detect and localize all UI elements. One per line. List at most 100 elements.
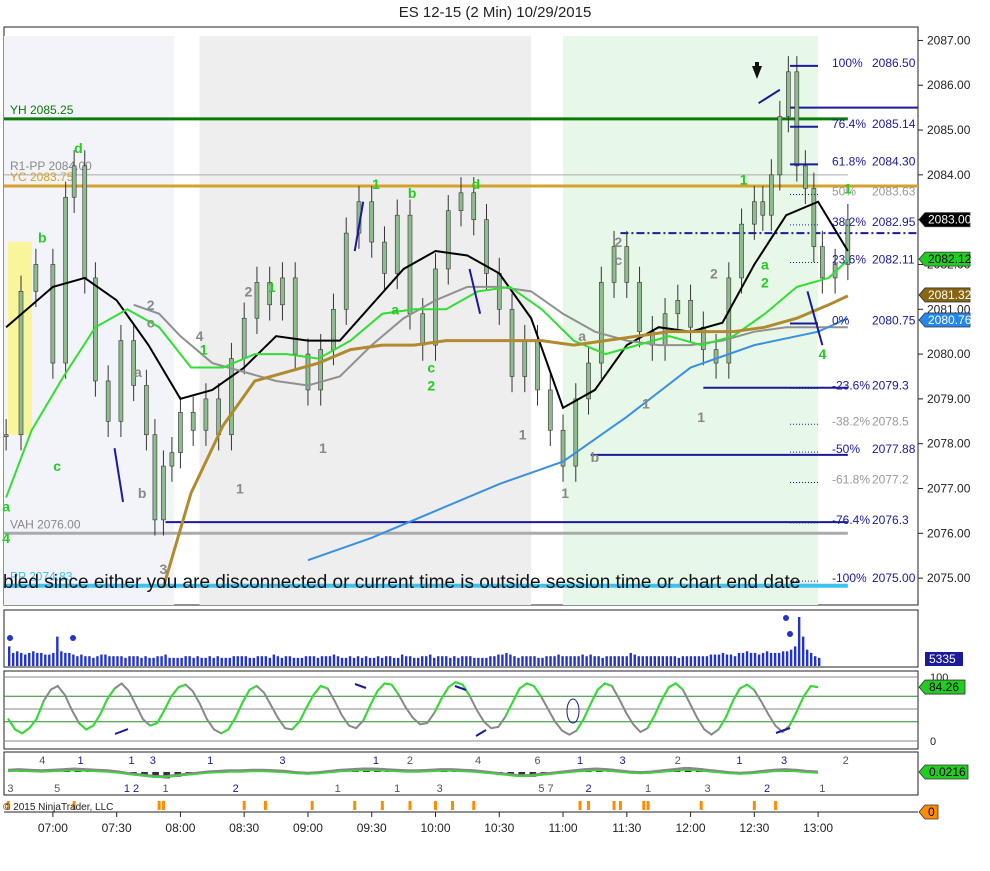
histogram-label: 2 [675, 755, 681, 767]
price-bar [280, 277, 285, 306]
volume-bar [184, 656, 187, 666]
volume-bar [36, 652, 39, 666]
volume-bar [529, 656, 532, 666]
volume-bar [421, 656, 424, 666]
volume-bar [400, 654, 404, 666]
volume-bar [441, 656, 444, 666]
oscillator-last-value: 84.26 [929, 680, 959, 694]
price-bar [496, 273, 502, 310]
volume-bar [645, 656, 648, 666]
volume-bar [613, 656, 616, 666]
volume-bar [240, 656, 243, 666]
volume-bar [164, 654, 167, 666]
wave-label: c [427, 360, 435, 376]
oscillator-line-fast [362, 682, 400, 721]
volume-bar [76, 656, 79, 666]
volume-bar [557, 654, 560, 666]
x-tick-label: 11:30 [612, 821, 641, 835]
volume-bar [745, 651, 749, 666]
signal-marker [699, 801, 703, 810]
histogram-label: 1 2 [124, 783, 139, 795]
volume-bar [629, 652, 632, 666]
volume-bar [264, 656, 268, 666]
fib-level-value: 2082.11 [872, 253, 915, 267]
histogram-label: 5 7 [538, 783, 553, 795]
x-tick-label: 08:00 [165, 821, 195, 835]
x-tick-label: 07:00 [38, 821, 68, 835]
volume-bar [24, 654, 27, 666]
histogram-label: 1 [128, 755, 134, 767]
wave-label: 4 [2, 530, 10, 546]
fib-level-value: 2076.3 [872, 513, 909, 527]
volume-bar [368, 657, 372, 666]
price-bar [254, 282, 260, 319]
volume-bar [805, 649, 809, 666]
wave-label: 1 [740, 171, 748, 187]
volume-bar [425, 656, 428, 666]
volume-bar [192, 657, 195, 666]
volume-bar [328, 656, 332, 666]
oscillator-line-fast [7, 700, 45, 735]
histogram-label: 2 [233, 783, 239, 795]
volume-spike-marker [7, 635, 13, 641]
x-tick-label: 10:00 [420, 821, 450, 835]
price-bar [760, 201, 766, 216]
signal-marker [578, 801, 582, 810]
price-bar [547, 389, 553, 431]
volume-last-value: 5335 [929, 652, 956, 666]
price-bar [522, 340, 528, 377]
oscillator-line-fast [433, 681, 471, 714]
volume-bar [332, 654, 336, 666]
volume-bar [260, 656, 264, 666]
chart-canvas[interactable]: 2075.00 2076.00 2077.00 2078.00 2079.00 2080.… [0, 0, 990, 871]
signal-marker [612, 801, 616, 810]
price-bar [726, 277, 732, 364]
histogram-label: 4 [475, 755, 481, 767]
x-tick-label: 12:00 [676, 821, 706, 835]
volume-bar [168, 657, 171, 666]
volume-bar [717, 654, 721, 666]
price-tag-label: 2081.32 [928, 288, 972, 302]
volume-bar [469, 656, 472, 666]
wave-label: b [591, 449, 600, 465]
volume-bar [20, 652, 23, 666]
wave-label: c [147, 315, 155, 331]
fib-level-value: 2075.00 [872, 571, 916, 585]
fib-level-label: 23.6% [832, 253, 866, 267]
volume-bar [288, 656, 292, 666]
volume-bar [316, 657, 320, 666]
price-bar [169, 452, 175, 467]
volume-bar [96, 656, 99, 666]
volume-bar [545, 656, 548, 666]
wave-label: 2 [147, 297, 155, 313]
volume-bar [625, 656, 628, 666]
volume-bar [104, 654, 107, 666]
volume-bar [180, 657, 183, 666]
volume-bar [152, 657, 155, 666]
volume-bar [308, 656, 312, 666]
price-bar [675, 300, 681, 315]
volume-bar [364, 656, 368, 666]
volume-bar [449, 657, 452, 666]
x-tick-label: 13:00 [803, 821, 833, 835]
price-bar [71, 165, 77, 198]
fib-level-value: 2082.95 [872, 215, 916, 229]
volume-bar [509, 654, 512, 666]
wave-label: 4 [818, 346, 826, 362]
histogram-label: 3 [619, 755, 625, 767]
signal-marker [380, 801, 384, 810]
volume-bar [413, 657, 416, 666]
price-bar [769, 174, 774, 216]
volume-bar [505, 652, 508, 666]
price-bar [190, 412, 196, 431]
price-bar [535, 340, 540, 391]
signal-marker [161, 801, 165, 810]
y-tick-label: 2086.00 [927, 78, 971, 92]
histogram-last-value: 0.0216 [929, 765, 966, 779]
volume-bar [116, 656, 119, 666]
histogram-label: 3 [279, 755, 285, 767]
level-label: VAH 2076.00 [10, 517, 81, 531]
volume-bar [737, 652, 741, 666]
volume-bar [773, 652, 777, 666]
x-tick-label: 11:00 [548, 821, 577, 835]
